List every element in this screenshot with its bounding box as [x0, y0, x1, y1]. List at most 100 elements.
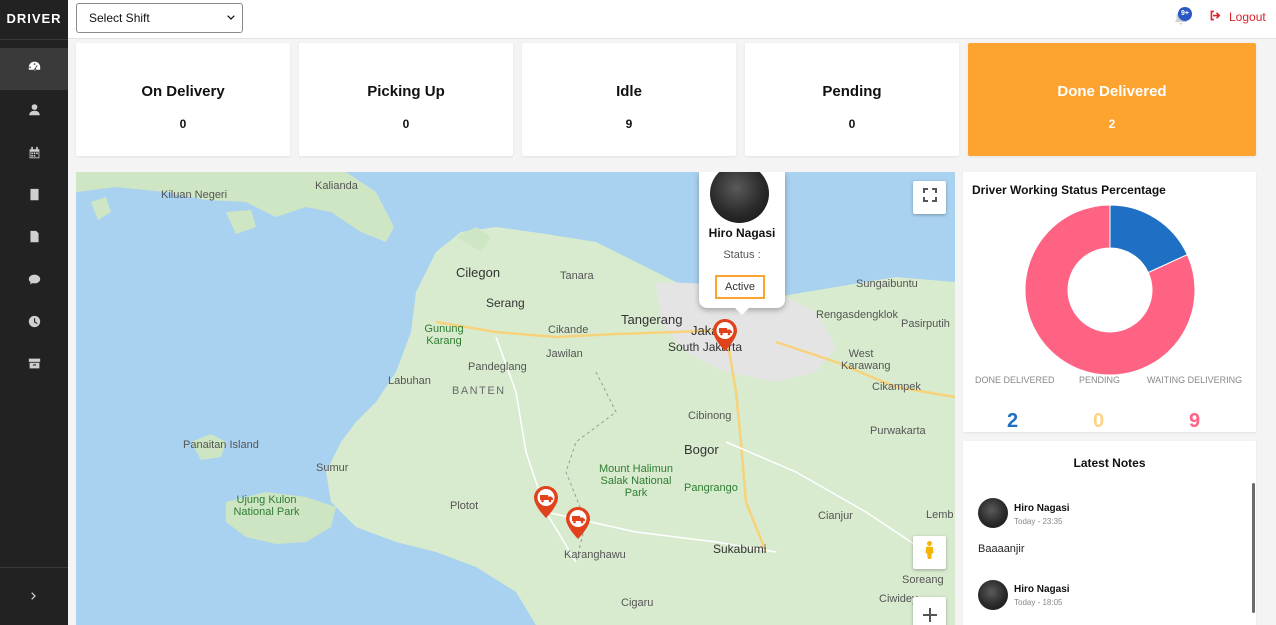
sidebar-item-archive[interactable] [0, 345, 68, 387]
map-label: Panaitan Island [183, 439, 259, 451]
legend-value-done-delivered: 2 [1007, 410, 1019, 432]
map-label: Tangerang [621, 312, 683, 327]
sidebar-item-document[interactable] [0, 218, 68, 260]
truck-pin-icon [566, 507, 590, 539]
notification-badge: 9+ [1178, 7, 1192, 21]
truck-pin-icon [534, 486, 558, 518]
sidebar-item-users[interactable] [0, 91, 68, 133]
logout-label: Logout [1229, 10, 1266, 24]
chart-title: Driver Working Status Percentage [972, 183, 1166, 197]
sidebar-item-calendar[interactable] [0, 134, 68, 176]
driver-name: Hiro Nagasi [708, 226, 776, 240]
map-label: Labuhan [388, 375, 431, 387]
map-label: Pangrango [684, 482, 738, 494]
donut-chart [1024, 204, 1196, 376]
sidebar-item-chat[interactable] [0, 261, 68, 303]
shift-select[interactable]: Select Shift [76, 3, 243, 33]
map-label: Rengasdengklok [816, 309, 898, 321]
truck-pin-icon [713, 319, 737, 351]
street-view-button[interactable] [913, 536, 946, 569]
map-label: Soreang [902, 574, 944, 586]
map-label: Pandeglang [468, 361, 527, 373]
sidebar-item-book[interactable] [0, 176, 68, 218]
note-time: Today - 23:35 [1014, 517, 1063, 526]
chat-icon [28, 273, 41, 291]
legend-value-waiting-delivering: 9 [1189, 410, 1201, 432]
map-label: Cilegon [456, 265, 501, 280]
map-label: Serang [486, 296, 525, 310]
note-author: Hiro Nagasi [1014, 584, 1070, 595]
note-text: Baaaanjir [978, 543, 1025, 555]
driver-marker[interactable] [533, 485, 559, 519]
map-label: Sungaibuntu [856, 278, 918, 290]
chevron-down-icon [226, 4, 236, 33]
map-label: Lemb [926, 509, 954, 521]
logout-button[interactable]: Logout [1209, 9, 1266, 25]
brand-title: DRIVER [0, 0, 68, 40]
clock-icon [28, 315, 41, 333]
map-label: Jawilan [546, 348, 583, 360]
notes-scrollbar[interactable] [1252, 483, 1255, 613]
shift-select-value: Select Shift [89, 11, 150, 25]
logout-icon [1209, 9, 1222, 25]
document-icon [28, 230, 41, 248]
sidebar-item-history[interactable] [0, 303, 68, 345]
stat-card-idle: Idle 9 [522, 43, 736, 156]
map-label: Bogor [684, 442, 719, 457]
sidebar-item-dashboard[interactable] [0, 48, 68, 90]
book-icon [28, 188, 41, 206]
map-label: Ciwidey [879, 593, 918, 605]
sidebar-collapse-button[interactable] [0, 567, 68, 625]
topbar: Select Shift 9+ Logout [68, 0, 1276, 39]
zoom-in-button[interactable] [913, 597, 946, 625]
map-label: West Karawang [841, 348, 891, 372]
map-label: Cianjur [818, 510, 853, 522]
driver-status-label: Status : [723, 249, 761, 261]
driver-status-chart-card: Driver Working Status Percentage DONE DE… [963, 172, 1256, 432]
stat-card-picking-up: Picking Up 0 [299, 43, 513, 156]
map-label: Kalianda [315, 180, 358, 192]
fullscreen-icon [922, 187, 938, 208]
driver-info-popup: Hiro Nagasi Status : Active [699, 172, 785, 315]
fullscreen-button[interactable] [913, 181, 946, 214]
legend-label-waiting-delivering: WAITING DELIVERING [1147, 375, 1243, 385]
map-label: Sumur [316, 462, 349, 474]
legend-value-pending: 0 [1093, 410, 1105, 432]
map[interactable]: Kiluan Negeri Kalianda Cilegon Tanara Se… [76, 172, 955, 625]
plus-icon [922, 607, 938, 625]
driver-avatar [710, 172, 769, 223]
legend-label-pending: PENDING [1079, 375, 1121, 385]
driver-status-button[interactable]: Active [715, 275, 765, 299]
map-label: Mount Halimun Salak National Park [599, 463, 673, 499]
stat-label: Pending [822, 83, 882, 100]
stat-label: Done Delivered [1057, 83, 1167, 100]
stat-label: On Delivery [141, 83, 225, 100]
map-label: Kiluan Negeri [161, 189, 228, 201]
note-author: Hiro Nagasi [1014, 503, 1070, 514]
map-label: Plotot [450, 500, 479, 512]
chevron-right-icon [29, 588, 39, 606]
stat-label: Picking Up [367, 83, 445, 100]
pegman-icon [923, 539, 936, 566]
map-label: Cibinong [688, 410, 732, 422]
calendar-icon [28, 146, 41, 164]
user-icon [28, 103, 41, 121]
sidebar: DRIVER [0, 0, 68, 625]
driver-marker[interactable] [565, 506, 591, 540]
driver-marker[interactable] [712, 318, 738, 352]
map-label: Ujung Kulon National Park [233, 494, 300, 518]
stat-label: Idle [616, 83, 642, 100]
notes-title: Latest Notes [1073, 456, 1146, 470]
map-label: Tanara [560, 270, 594, 282]
map-label: Cikampek [872, 381, 921, 393]
map-label: Gunung Karang [424, 323, 464, 347]
map-label: Cikande [548, 324, 589, 336]
note-time: Today - 18:05 [1014, 598, 1063, 607]
dashboard-icon [28, 60, 41, 78]
map-label: Purwakarta [870, 425, 926, 437]
stat-value: 2 [1108, 117, 1116, 131]
map-label: Cigaru [621, 597, 654, 609]
stat-card-pending: Pending 0 [745, 43, 959, 156]
latest-notes-card: Latest Notes Hiro Nagasi Today - 23:35 B… [963, 441, 1256, 625]
avatar [978, 580, 1008, 610]
